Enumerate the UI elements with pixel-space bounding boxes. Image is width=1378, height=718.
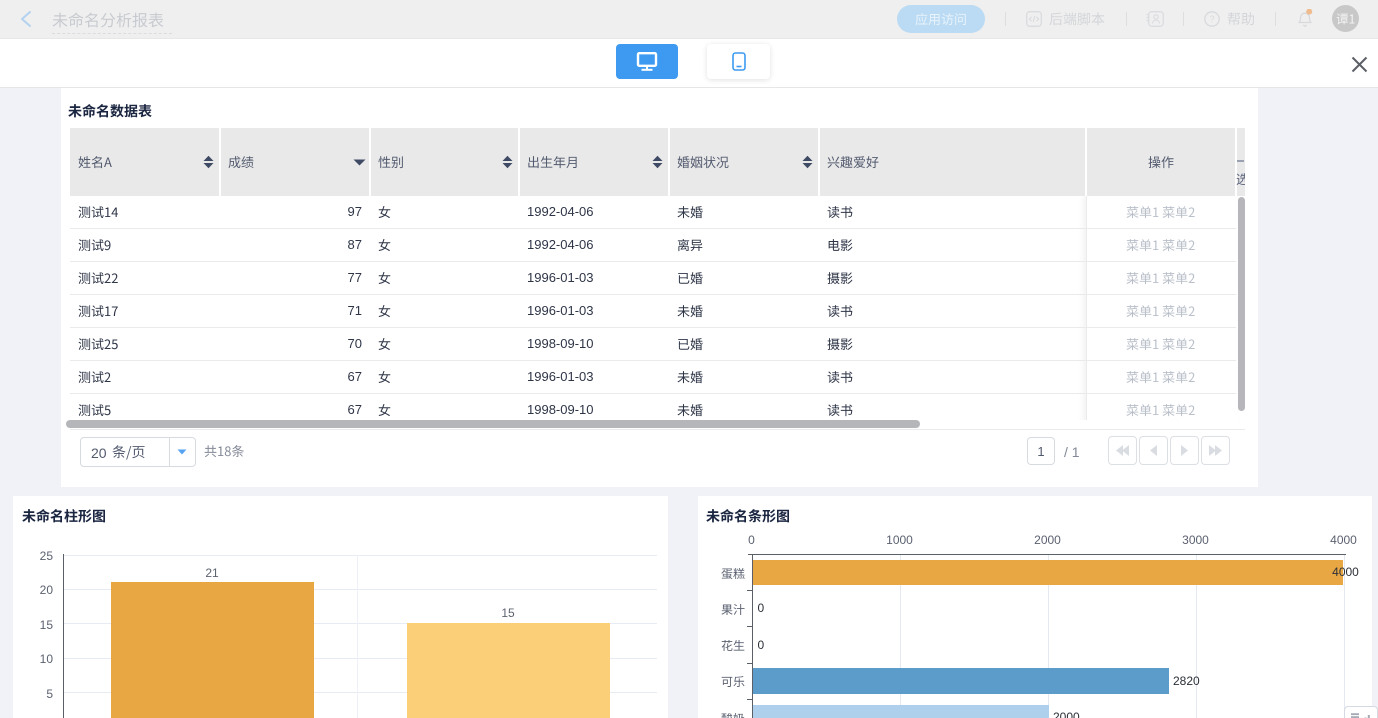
svg-text:?: ?: [1209, 14, 1214, 24]
